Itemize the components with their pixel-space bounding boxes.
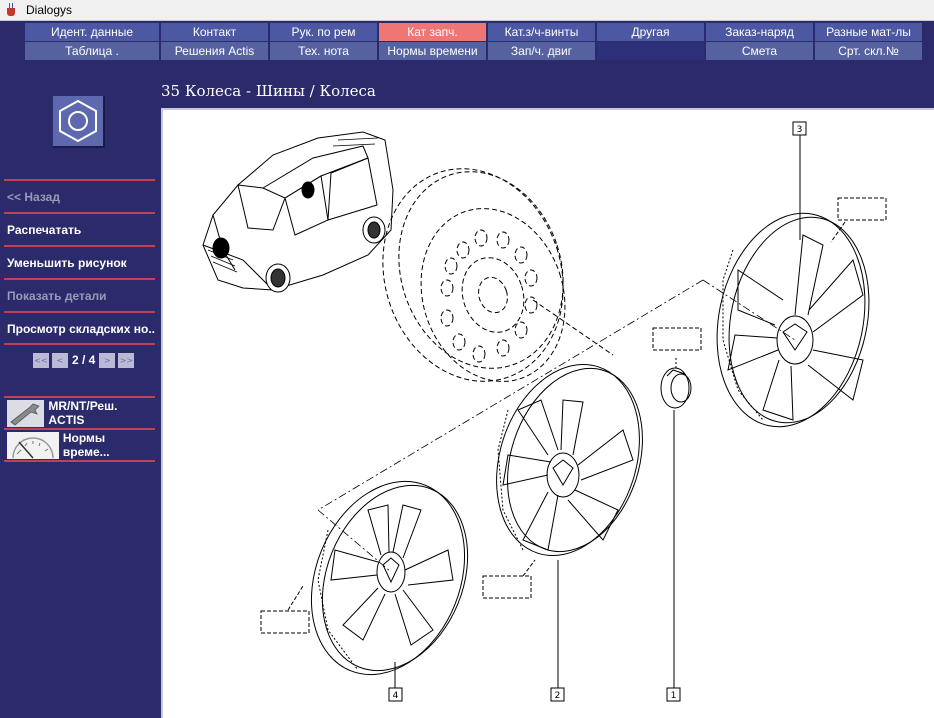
- steel-rim-dashed: [382, 168, 614, 382]
- pager: << < 2 / 4 > >>: [33, 352, 135, 368]
- reference-boxes: [260, 197, 887, 634]
- callout-3: 3: [792, 121, 807, 136]
- tab-tech-note[interactable]: Тех. нота: [270, 42, 377, 60]
- labor-times-tool-label: Нормы време...: [62, 431, 110, 459]
- tab-repair-manual[interactable]: Рук. по рем: [270, 23, 377, 41]
- tab-work-order[interactable]: Заказ-наряд: [706, 23, 813, 41]
- tab-estimate[interactable]: Смета: [706, 42, 813, 60]
- tab-parts-catalog[interactable]: Кат запч.: [379, 23, 486, 41]
- prev-page-button[interactable]: <: [52, 352, 68, 368]
- menu-divider: [4, 343, 155, 345]
- svg-text:3: 3: [797, 125, 803, 135]
- tab-parts-screws[interactable]: Кат.з/ч-винты: [488, 23, 595, 41]
- gauge-icon: [7, 431, 59, 459]
- callout-4: 4: [388, 687, 403, 702]
- svg-text:1: 1: [671, 691, 677, 701]
- svg-text:4: 4: [393, 691, 399, 701]
- tab-misc-materials[interactable]: Разные мат-лы: [815, 23, 922, 41]
- java-cup-icon: [5, 3, 19, 17]
- stock-view-button[interactable]: Просмотр складских но...: [4, 311, 155, 344]
- tab-ident-data[interactable]: Идент. данные: [25, 23, 159, 41]
- hubcap-3: [716, 212, 870, 428]
- show-details-button[interactable]: Показать детали: [4, 278, 155, 311]
- parts-diagram: 3 2 4 1: [161, 108, 934, 718]
- hubcap-4: [310, 480, 469, 676]
- wrench-icon: [7, 399, 45, 427]
- tab-stock-number[interactable]: Срт. скл.№: [815, 42, 922, 60]
- app-logo: [53, 96, 105, 148]
- callout-1: 1: [666, 687, 681, 702]
- alignment-lines: [317, 279, 796, 573]
- tab-labor-times[interactable]: Нормы времени: [379, 42, 486, 60]
- shrink-image-button[interactable]: Уменьшить рисунок: [4, 245, 155, 278]
- tab-engine-parts[interactable]: Зап/ч. двиг: [488, 42, 595, 60]
- van-illustration: [202, 131, 394, 293]
- tab-other[interactable]: Другая: [597, 23, 704, 41]
- first-page-button[interactable]: <<: [33, 352, 49, 368]
- title-bar: Dialogys: [0, 0, 934, 21]
- last-page-button[interactable]: >>: [118, 352, 135, 368]
- actis-tool-button[interactable]: MR/NT/Реш. ACTIS: [4, 398, 155, 430]
- tab-actis-solutions[interactable]: Решения Actis: [161, 42, 268, 60]
- actis-tool-label: MR/NT/Реш. ACTIS: [48, 399, 118, 427]
- sidebar: << Назад Распечатать Уменьшить рисунок П…: [0, 63, 160, 718]
- tab-empty: [597, 42, 704, 60]
- back-link[interactable]: << Назад: [4, 179, 155, 212]
- tab-contact[interactable]: Контакт: [161, 23, 268, 41]
- page-title: 35 Колеса - Шины / Колеса: [161, 82, 376, 100]
- page-indicator: 2 / 4: [72, 353, 96, 367]
- tab-table[interactable]: Таблица .: [25, 42, 159, 60]
- hubcap-2: [496, 363, 643, 557]
- leader-lines: [394, 134, 801, 688]
- next-page-button[interactable]: >: [99, 352, 116, 368]
- hub-nut-1: [660, 358, 692, 688]
- svg-text:2: 2: [555, 691, 561, 701]
- top-nav: Идент. данные Контакт Рук. по рем Кат за…: [0, 21, 934, 63]
- wheel-exploded-view: 3 2 4 1: [202, 121, 887, 702]
- labor-times-tool-button[interactable]: Нормы време...: [4, 430, 155, 462]
- window-title: Dialogys: [26, 3, 73, 17]
- print-button[interactable]: Распечатать: [4, 212, 155, 245]
- callout-2: 2: [550, 687, 565, 702]
